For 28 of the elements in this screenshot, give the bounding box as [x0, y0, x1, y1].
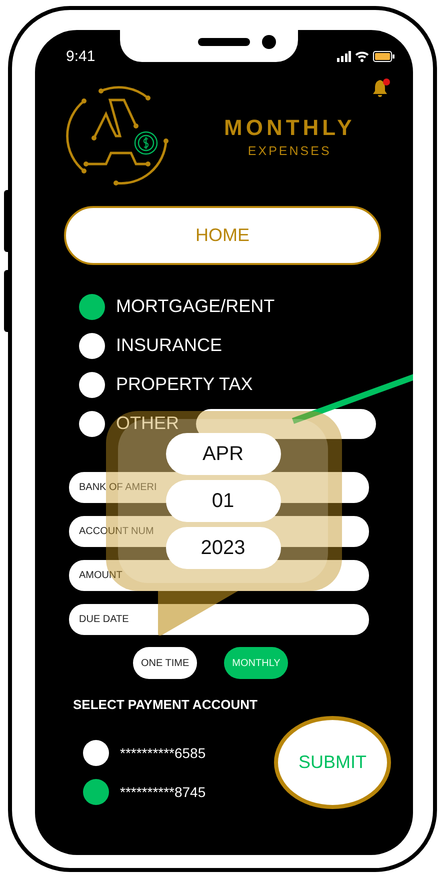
category-label[interactable]: OTHER	[116, 413, 179, 434]
account-number[interactable]: **********8745	[120, 784, 206, 800]
battery-icon	[373, 50, 395, 62]
category-label[interactable]: INSURANCE	[116, 335, 222, 356]
app-title: MONTHLY	[224, 114, 356, 140]
status-time: 9:41	[66, 48, 96, 64]
speaker-icon	[198, 38, 250, 46]
signal-icon	[337, 50, 351, 62]
day-picker[interactable]: 01	[166, 480, 280, 522]
radio-button[interactable]	[79, 372, 105, 398]
category-label[interactable]: PROPERTY TAX	[116, 374, 253, 395]
radio-button[interactable]	[83, 740, 109, 766]
category-label[interactable]: MORTGAGE/RENT	[116, 296, 275, 317]
radio-button[interactable]	[79, 294, 105, 320]
wifi-icon	[355, 50, 369, 62]
notification-bell-icon[interactable]	[371, 78, 391, 98]
account-number[interactable]: **********6585	[120, 745, 206, 761]
input-field[interactable]: DUE DATE	[69, 604, 369, 635]
frequency-toggle[interactable]: ONE TIME	[133, 647, 198, 679]
input-field[interactable]: AMOUNT	[69, 560, 369, 591]
month-picker[interactable]: APR	[166, 433, 280, 475]
radio-button[interactable]	[79, 332, 105, 358]
year-picker[interactable]: 2023	[166, 527, 280, 569]
radio-button[interactable]	[79, 410, 105, 436]
app-subtitle: EXPENSES	[248, 144, 332, 158]
radio-button[interactable]	[83, 779, 109, 805]
camera-icon	[262, 35, 276, 49]
section-heading: SELECT PAYMENT ACCOUNT	[73, 697, 258, 712]
